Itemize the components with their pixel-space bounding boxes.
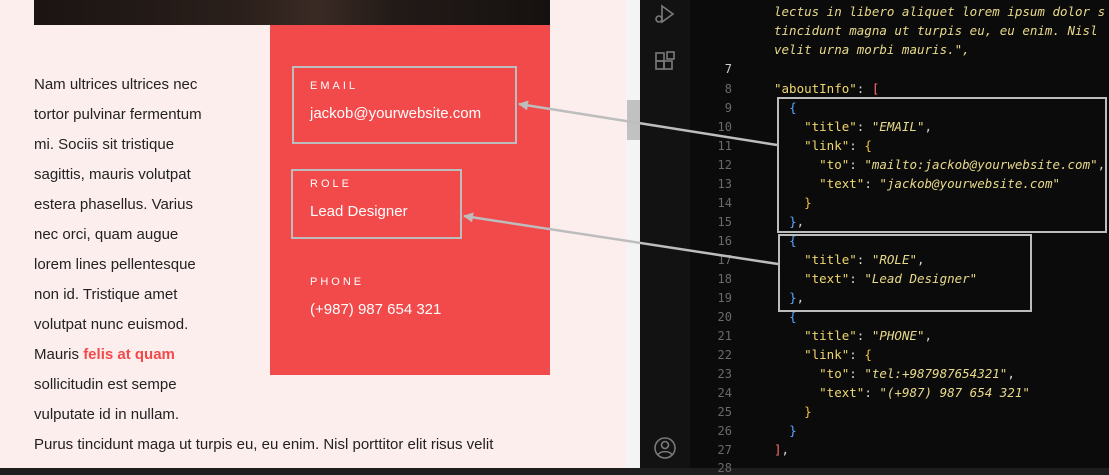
line-number: 23 xyxy=(717,367,732,381)
line-number: 24 xyxy=(717,386,732,400)
line-number: 15 xyxy=(717,215,732,229)
code-line: lectus in libero aliquet lorem ipsum dol… xyxy=(774,4,1106,19)
json-key: "aboutInfo" xyxy=(774,81,857,96)
code-line: "title": "PHONE", xyxy=(804,328,933,343)
phone-title: PHONE xyxy=(310,276,365,288)
line-number-gutter: 7 8 9 10 11 12 13 14 15 16 17 18 19 20 2… xyxy=(690,0,770,475)
para-line: sagittis, mauris volutpat xyxy=(34,166,191,183)
line-number: 14 xyxy=(717,196,732,210)
role-highlight-box xyxy=(291,169,462,239)
line-number: 16 xyxy=(717,234,732,248)
para-line: lorem lines pellentesque xyxy=(34,256,196,273)
code-email-box xyxy=(777,97,1107,233)
para-line: non id. Tristique amet xyxy=(34,286,178,303)
run-debug-icon[interactable] xyxy=(653,2,677,26)
line-number: 12 xyxy=(717,158,732,172)
extensions-icon[interactable] xyxy=(653,50,677,74)
para-line-last: Purus tincidunt maga ut turpis eu, eu en… xyxy=(34,436,494,453)
code-line: "link": { xyxy=(804,347,872,362)
line-number: 25 xyxy=(717,405,732,419)
line-number: 17 xyxy=(717,253,732,267)
para-line: volutpat nunc euismod. xyxy=(34,316,189,333)
line-number: 11 xyxy=(717,139,732,153)
para-line: Nam ultrices ultrices nec xyxy=(34,76,198,93)
json-value: "tel:+987987654321" xyxy=(864,366,1008,381)
code-line: ], xyxy=(774,442,790,457)
para-line: mi. Sociis sit tristique xyxy=(34,136,175,153)
code-line: "to": "tel:+987987654321", xyxy=(819,366,1015,381)
para-line-mauris: Mauris felis at quam xyxy=(34,340,249,370)
para-line: vulputate id in nullam. xyxy=(34,406,180,423)
scrollbar-track[interactable] xyxy=(626,0,640,468)
line-number: 18 xyxy=(717,272,732,286)
line-number: 19 xyxy=(717,291,732,305)
line-number: 9 xyxy=(724,101,732,115)
line-number: 10 xyxy=(717,120,732,134)
line-number: 13 xyxy=(717,177,732,191)
code-line: } xyxy=(804,404,812,419)
code-line: "aboutInfo": [ xyxy=(774,81,880,96)
line-number: 27 xyxy=(717,443,732,457)
activity-bar xyxy=(640,0,690,468)
scrollbar-thumb[interactable] xyxy=(627,100,640,140)
about-paragraph: Nam ultrices ultrices nec tortor pulvina… xyxy=(34,70,249,430)
code-line: velit urna morbi mauris.", xyxy=(774,42,970,57)
code-role-box xyxy=(778,234,1032,312)
line-number: 20 xyxy=(717,310,732,324)
highlight-link[interactable]: felis at quam xyxy=(83,346,175,363)
line-number: 22 xyxy=(717,348,732,362)
para-line: sollicitudin est sempe xyxy=(34,376,177,393)
json-key: "link" xyxy=(804,347,850,362)
json-key: "text" xyxy=(819,385,865,400)
code-line: "text": "(+987) 987 654 321" xyxy=(819,385,1030,400)
json-key: "title" xyxy=(804,328,857,343)
para-line: nec orci, quam augue xyxy=(34,226,179,243)
code-line: } xyxy=(789,423,797,438)
json-key: "to" xyxy=(819,366,850,381)
json-value: "PHONE" xyxy=(871,328,925,343)
para-mauris: Mauris xyxy=(34,346,84,363)
line-number: 8 xyxy=(724,82,732,96)
line-number: 7 xyxy=(724,62,732,76)
profile-photo xyxy=(34,0,550,25)
code-line: tincidunt magna ut turpis eu, eu enim. N… xyxy=(774,23,1098,38)
para-line: estera phasellus. Varius xyxy=(34,196,193,213)
email-highlight-box xyxy=(292,66,517,144)
line-number: 21 xyxy=(717,329,732,343)
account-icon[interactable] xyxy=(653,436,677,460)
para-line: tortor pulvinar fermentum xyxy=(34,106,202,123)
line-number: 26 xyxy=(717,424,732,438)
json-value: "(+987) 987 654 321" xyxy=(879,385,1030,400)
phone-link[interactable]: (+987) 987 654 321 xyxy=(310,301,441,318)
line-number: 28 xyxy=(717,461,732,475)
